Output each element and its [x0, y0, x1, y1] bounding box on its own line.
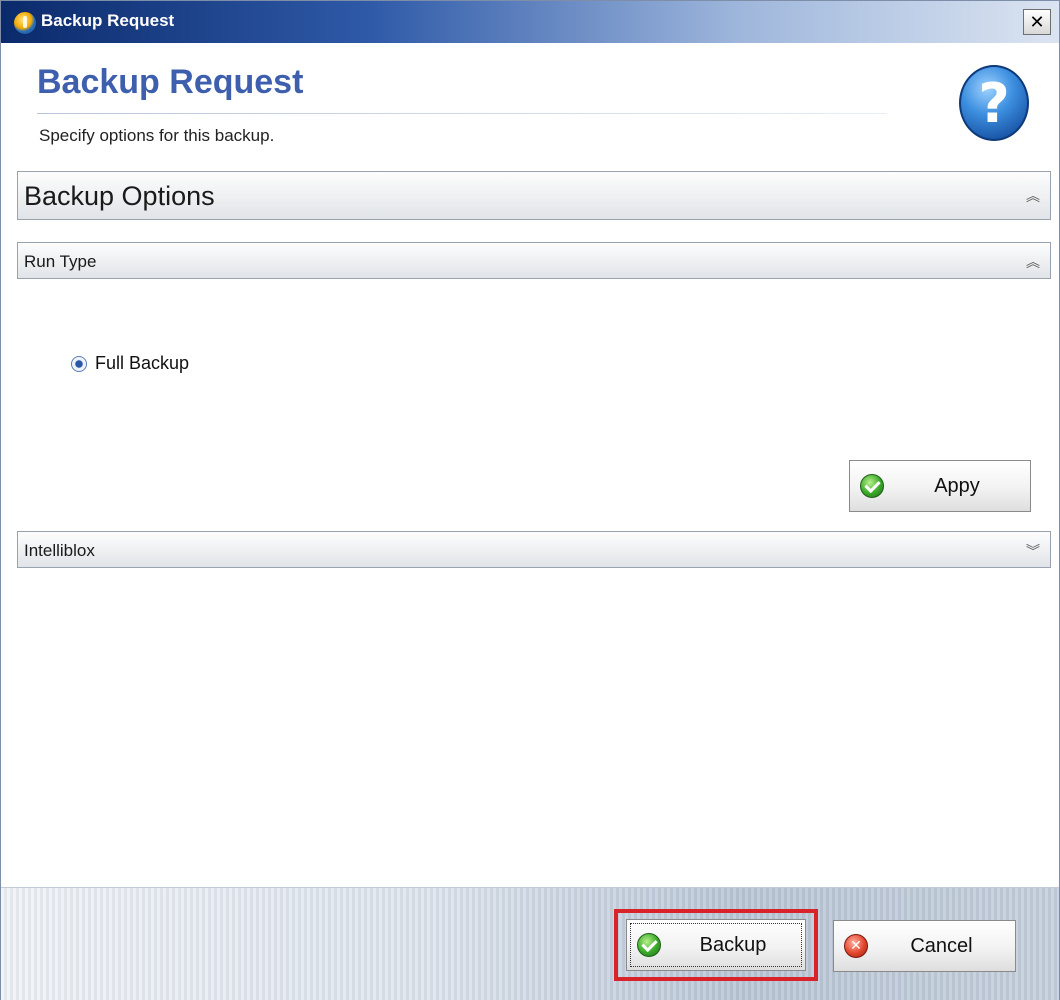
section-header-run-type[interactable]: Run Type ︽ [17, 242, 1051, 279]
apply-button-label: Appy [934, 474, 980, 497]
cancel-x-icon: ✕ [844, 934, 868, 958]
full-backup-radio[interactable] [71, 355, 87, 372]
section-label-run-type: Run Type [24, 252, 97, 271]
apply-button[interactable]: Appy [849, 460, 1031, 512]
window-title: Backup Request [41, 11, 175, 30]
section-header-backup-options[interactable]: Backup Options ︽ [17, 171, 1051, 220]
section-header-intelliblox[interactable]: Intelliblox ︾ [17, 531, 1051, 568]
backup-button[interactable]: Backup [626, 919, 806, 971]
chevron-up-double-icon[interactable]: ︽ [1026, 252, 1040, 272]
backup-button-label: Backup [699, 933, 767, 956]
section-label-backup-options: Backup Options [24, 181, 215, 211]
page-title: Backup Request [37, 63, 304, 101]
cancel-button-label: Cancel [910, 934, 973, 957]
full-backup-label[interactable]: Full Backup [95, 353, 189, 374]
check-circle-icon [860, 474, 884, 498]
close-icon: ✕ [1029, 11, 1045, 33]
cancel-button[interactable]: ✕ Cancel [833, 920, 1016, 972]
full-backup-option[interactable]: Full Backup [71, 353, 189, 374]
help-question-mark: ? [978, 71, 1010, 135]
title-bar[interactable]: Backup Request ✕ [1, 1, 1059, 43]
chevron-up-double-icon[interactable]: ︽ [1026, 186, 1040, 206]
help-icon[interactable]: ? [959, 65, 1029, 141]
header-divider [37, 113, 887, 114]
backup-request-dialog: Backup Request ✕ Backup Request Specify … [0, 0, 1060, 1000]
page-subtitle: Specify options for this backup. [39, 126, 275, 145]
app-icon [13, 11, 37, 35]
check-circle-icon [637, 933, 661, 957]
close-button[interactable]: ✕ [1023, 9, 1051, 35]
chevron-down-double-icon[interactable]: ︾ [1026, 541, 1040, 561]
section-label-intelliblox: Intelliblox [24, 541, 95, 560]
